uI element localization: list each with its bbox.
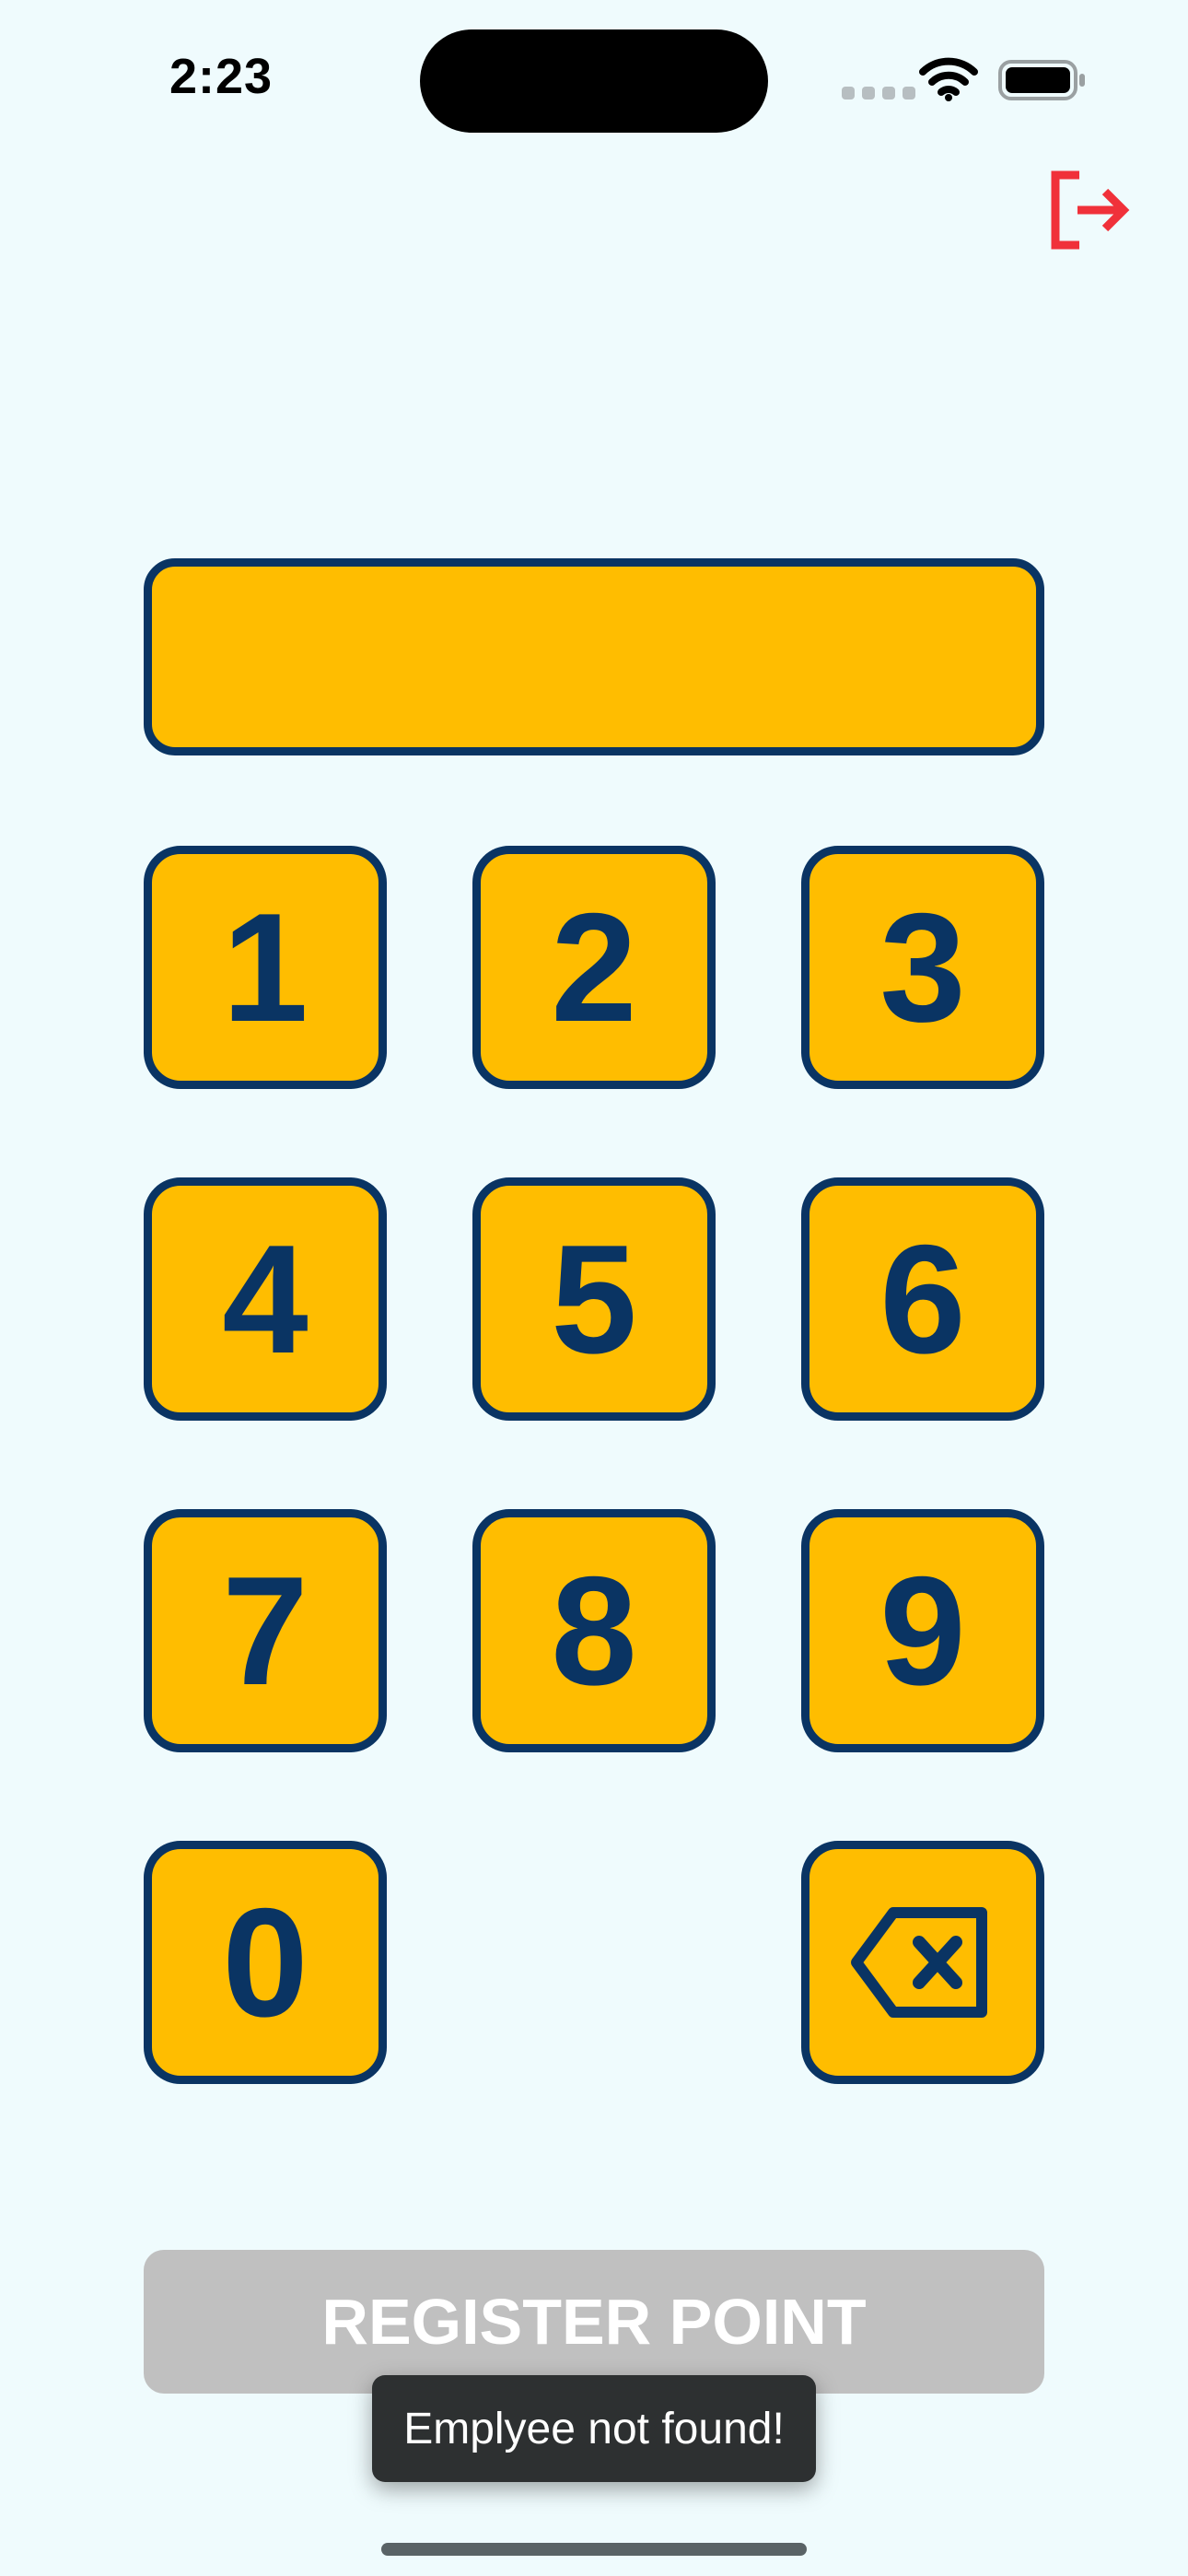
backspace-icon	[851, 1907, 987, 2018]
battery-icon	[998, 60, 1085, 100]
cellular-signal-icon	[842, 87, 915, 100]
keypad-key-1[interactable]: 1	[144, 846, 387, 1089]
keypad-key-0[interactable]: 0	[144, 1841, 387, 2084]
home-indicator[interactable]	[381, 2543, 807, 2556]
keypad-key-7[interactable]: 7	[144, 1509, 387, 1752]
backspace-button[interactable]	[801, 1841, 1044, 2084]
dynamic-island	[420, 29, 768, 133]
keypad-key-5[interactable]: 5	[472, 1177, 716, 1421]
register-point-button[interactable]: REGISTER POINT	[144, 2250, 1044, 2394]
logout-icon	[1051, 170, 1130, 250]
error-toast: Emplyee not found!	[372, 2375, 816, 2482]
keypad-key-4[interactable]: 4	[144, 1177, 387, 1421]
keypad-key-9[interactable]: 9	[801, 1509, 1044, 1752]
logout-button[interactable]	[1044, 166, 1133, 254]
keypad-key-2[interactable]: 2	[472, 846, 716, 1089]
status-bar-time: 2:23	[169, 49, 274, 104]
pin-display-field	[144, 558, 1044, 755]
wifi-icon	[919, 57, 978, 101]
keypad-key-6[interactable]: 6	[801, 1177, 1044, 1421]
keypad-key-8[interactable]: 8	[472, 1509, 716, 1752]
keypad-key-3[interactable]: 3	[801, 846, 1044, 1089]
